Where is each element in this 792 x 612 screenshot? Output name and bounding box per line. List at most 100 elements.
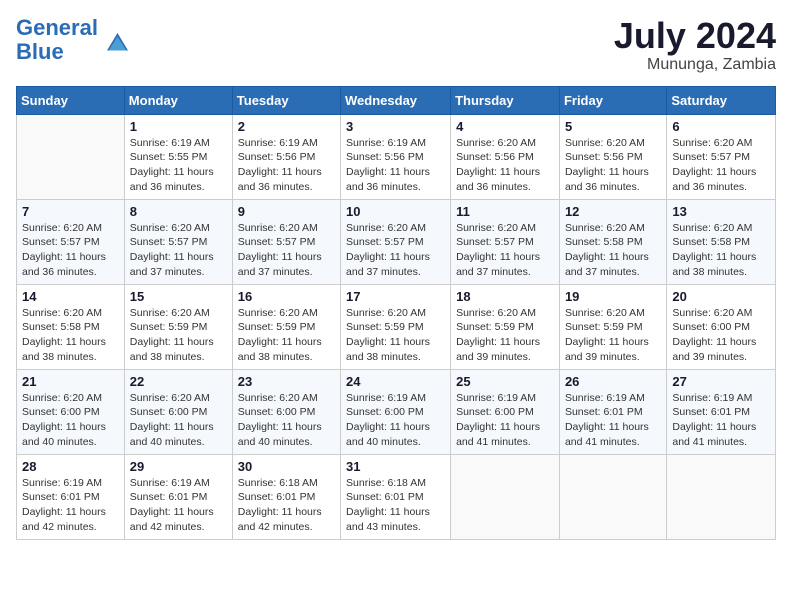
day-number: 28	[22, 459, 119, 474]
day-number: 20	[672, 289, 770, 304]
day-number: 16	[238, 289, 335, 304]
day-info: Sunrise: 6:20 AMSunset: 5:57 PMDaylight:…	[238, 221, 335, 280]
day-info: Sunrise: 6:18 AMSunset: 6:01 PMDaylight:…	[238, 476, 335, 535]
day-number: 31	[346, 459, 445, 474]
calendar-cell: 1 Sunrise: 6:19 AMSunset: 5:55 PMDaylight…	[124, 114, 232, 199]
calendar-cell: 11Sunrise: 6:20 AMSunset: 5:57 PMDayligh…	[451, 199, 560, 284]
calendar-cell: 30 Sunrise: 6:18 AMSunset: 6:01 PMDayligh…	[232, 454, 340, 539]
calendar-cell: 2 Sunrise: 6:19 AMSunset: 5:56 PMDaylight…	[232, 114, 340, 199]
day-info: Sunrise: 6:20 AMSunset: 5:58 PMDaylight:…	[672, 221, 770, 280]
day-info: Sunrise: 6:20 AMSunset: 5:59 PMDaylight:…	[346, 306, 445, 365]
day-info: Sunrise: 6:19 AMSunset: 5:55 PMDaylight:…	[130, 136, 227, 195]
day-info: Sunrise: 6:20 AMSunset: 5:57 PMDaylight:…	[346, 221, 445, 280]
calendar-cell: 27 Sunrise: 6:19 AMSunset: 6:01 PMDayligh…	[667, 369, 776, 454]
location-subtitle: Mununga, Zambia	[614, 56, 776, 74]
calendar-cell: 20 Sunrise: 6:20 AMSunset: 6:00 PMDayligh…	[667, 284, 776, 369]
day-number: 13	[672, 204, 770, 219]
day-number: 30	[238, 459, 335, 474]
day-number: 1	[130, 119, 227, 134]
calendar-cell: 29 Sunrise: 6:19 AMSunset: 6:01 PMDayligh…	[124, 454, 232, 539]
day-number: 24	[346, 374, 445, 389]
day-number: 21	[22, 374, 119, 389]
calendar-cell: 8 Sunrise: 6:20 AMSunset: 5:57 PMDaylight…	[124, 199, 232, 284]
calendar-week-1: 1 Sunrise: 6:19 AMSunset: 5:55 PMDaylight…	[17, 114, 776, 199]
calendar-cell: 9 Sunrise: 6:20 AMSunset: 5:57 PMDaylight…	[232, 199, 340, 284]
calendar-week-4: 21 Sunrise: 6:20 AMSunset: 6:00 PMDayligh…	[17, 369, 776, 454]
calendar-cell: 16 Sunrise: 6:20 AMSunset: 5:59 PMDayligh…	[232, 284, 340, 369]
calendar-cell: 13 Sunrise: 6:20 AMSunset: 5:58 PMDayligh…	[667, 199, 776, 284]
day-info: Sunrise: 6:19 AMSunset: 5:56 PMDaylight:…	[238, 136, 335, 195]
calendar-week-5: 28 Sunrise: 6:19 AMSunset: 6:01 PMDayligh…	[17, 454, 776, 539]
calendar-body: 1 Sunrise: 6:19 AMSunset: 5:55 PMDaylight…	[17, 114, 776, 539]
day-number: 8	[130, 204, 227, 219]
day-info: Sunrise: 6:20 AMSunset: 5:59 PMDaylight:…	[238, 306, 335, 365]
day-info: Sunrise: 6:18 AMSunset: 6:01 PMDaylight:…	[346, 476, 445, 535]
day-info: Sunrise: 6:19 AMSunset: 5:56 PMDaylight:…	[346, 136, 445, 195]
calendar-cell: 25Sunrise: 6:19 AMSunset: 6:00 PMDayligh…	[451, 369, 560, 454]
day-info: Sunrise: 6:19 AMSunset: 6:01 PMDaylight:…	[672, 391, 770, 450]
calendar-cell: 17 Sunrise: 6:20 AMSunset: 5:59 PMDayligh…	[341, 284, 451, 369]
calendar-cell	[451, 454, 560, 539]
day-info: Sunrise: 6:20 AMSunset: 5:57 PMDaylight:…	[22, 221, 119, 280]
day-number: 7	[22, 204, 119, 219]
day-info: Sunrise: 6:19 AMSunset: 6:01 PMDaylight:…	[22, 476, 119, 535]
calendar-week-3: 14Sunrise: 6:20 AMSunset: 5:58 PMDayligh…	[17, 284, 776, 369]
calendar-cell: 6Sunrise: 6:20 AMSunset: 5:57 PMDaylight…	[667, 114, 776, 199]
day-number: 15	[130, 289, 227, 304]
day-info: Sunrise: 6:20 AMSunset: 5:58 PMDaylight:…	[565, 221, 661, 280]
day-number: 4	[456, 119, 554, 134]
calendar-header-wednesday: Wednesday	[341, 86, 451, 114]
day-number: 5	[565, 119, 661, 134]
day-number: 18	[456, 289, 554, 304]
calendar-cell: 26 Sunrise: 6:19 AMSunset: 6:01 PMDayligh…	[559, 369, 666, 454]
day-number: 2	[238, 119, 335, 134]
day-number: 9	[238, 204, 335, 219]
page-header: GeneralBlue July 2024 Mununga, Zambia	[16, 16, 776, 74]
calendar-cell: 10 Sunrise: 6:20 AMSunset: 5:57 PMDayligh…	[341, 199, 451, 284]
calendar-header-sunday: Sunday	[17, 86, 125, 114]
calendar-cell: 31 Sunrise: 6:18 AMSunset: 6:01 PMDayligh…	[341, 454, 451, 539]
day-info: Sunrise: 6:20 AMSunset: 5:56 PMDaylight:…	[456, 136, 554, 195]
calendar-cell: 7 Sunrise: 6:20 AMSunset: 5:57 PMDaylight…	[17, 199, 125, 284]
calendar-cell: 28 Sunrise: 6:19 AMSunset: 6:01 PMDayligh…	[17, 454, 125, 539]
day-number: 10	[346, 204, 445, 219]
day-info: Sunrise: 6:20 AMSunset: 5:59 PMDaylight:…	[130, 306, 227, 365]
title-block: July 2024 Mununga, Zambia	[614, 16, 776, 74]
calendar-header-monday: Monday	[124, 86, 232, 114]
day-number: 26	[565, 374, 661, 389]
day-number: 11	[456, 204, 554, 219]
day-info: Sunrise: 6:19 AMSunset: 6:00 PMDaylight:…	[346, 391, 445, 450]
day-number: 27	[672, 374, 770, 389]
day-info: Sunrise: 6:19 AMSunset: 6:01 PMDaylight:…	[130, 476, 227, 535]
day-info: Sunrise: 6:20 AMSunset: 5:58 PMDaylight:…	[22, 306, 119, 365]
day-number: 3	[346, 119, 445, 134]
day-info: Sunrise: 6:20 AMSunset: 6:00 PMDaylight:…	[672, 306, 770, 365]
calendar-header-tuesday: Tuesday	[232, 86, 340, 114]
day-number: 12	[565, 204, 661, 219]
calendar-cell	[559, 454, 666, 539]
calendar-cell: 3 Sunrise: 6:19 AMSunset: 5:56 PMDaylight…	[341, 114, 451, 199]
calendar-cell: 23 Sunrise: 6:20 AMSunset: 6:00 PMDayligh…	[232, 369, 340, 454]
day-number: 25	[456, 374, 554, 389]
day-info: Sunrise: 6:20 AMSunset: 5:57 PMDaylight:…	[130, 221, 227, 280]
logo-text: GeneralBlue	[16, 16, 98, 64]
calendar-cell	[17, 114, 125, 199]
day-info: Sunrise: 6:20 AMSunset: 6:00 PMDaylight:…	[238, 391, 335, 450]
calendar-cell: 12 Sunrise: 6:20 AMSunset: 5:58 PMDayligh…	[559, 199, 666, 284]
calendar-cell: 19Sunrise: 6:20 AMSunset: 5:59 PMDayligh…	[559, 284, 666, 369]
calendar-cell: 4 Sunrise: 6:20 AMSunset: 5:56 PMDaylight…	[451, 114, 560, 199]
calendar-header-row: SundayMondayTuesdayWednesdayThursdayFrid…	[17, 86, 776, 114]
day-info: Sunrise: 6:20 AMSunset: 5:56 PMDaylight:…	[565, 136, 661, 195]
day-number: 6	[672, 119, 770, 134]
calendar-cell: 22Sunrise: 6:20 AMSunset: 6:00 PMDayligh…	[124, 369, 232, 454]
logo: GeneralBlue	[16, 16, 128, 64]
day-number: 23	[238, 374, 335, 389]
day-number: 17	[346, 289, 445, 304]
day-number: 19	[565, 289, 661, 304]
day-info: Sunrise: 6:19 AMSunset: 6:01 PMDaylight:…	[565, 391, 661, 450]
calendar-cell: 5 Sunrise: 6:20 AMSunset: 5:56 PMDaylight…	[559, 114, 666, 199]
month-year-title: July 2024	[614, 16, 776, 56]
calendar-week-2: 7 Sunrise: 6:20 AMSunset: 5:57 PMDaylight…	[17, 199, 776, 284]
day-number: 29	[130, 459, 227, 474]
day-info: Sunrise: 6:20 AMSunset: 6:00 PMDaylight:…	[22, 391, 119, 450]
